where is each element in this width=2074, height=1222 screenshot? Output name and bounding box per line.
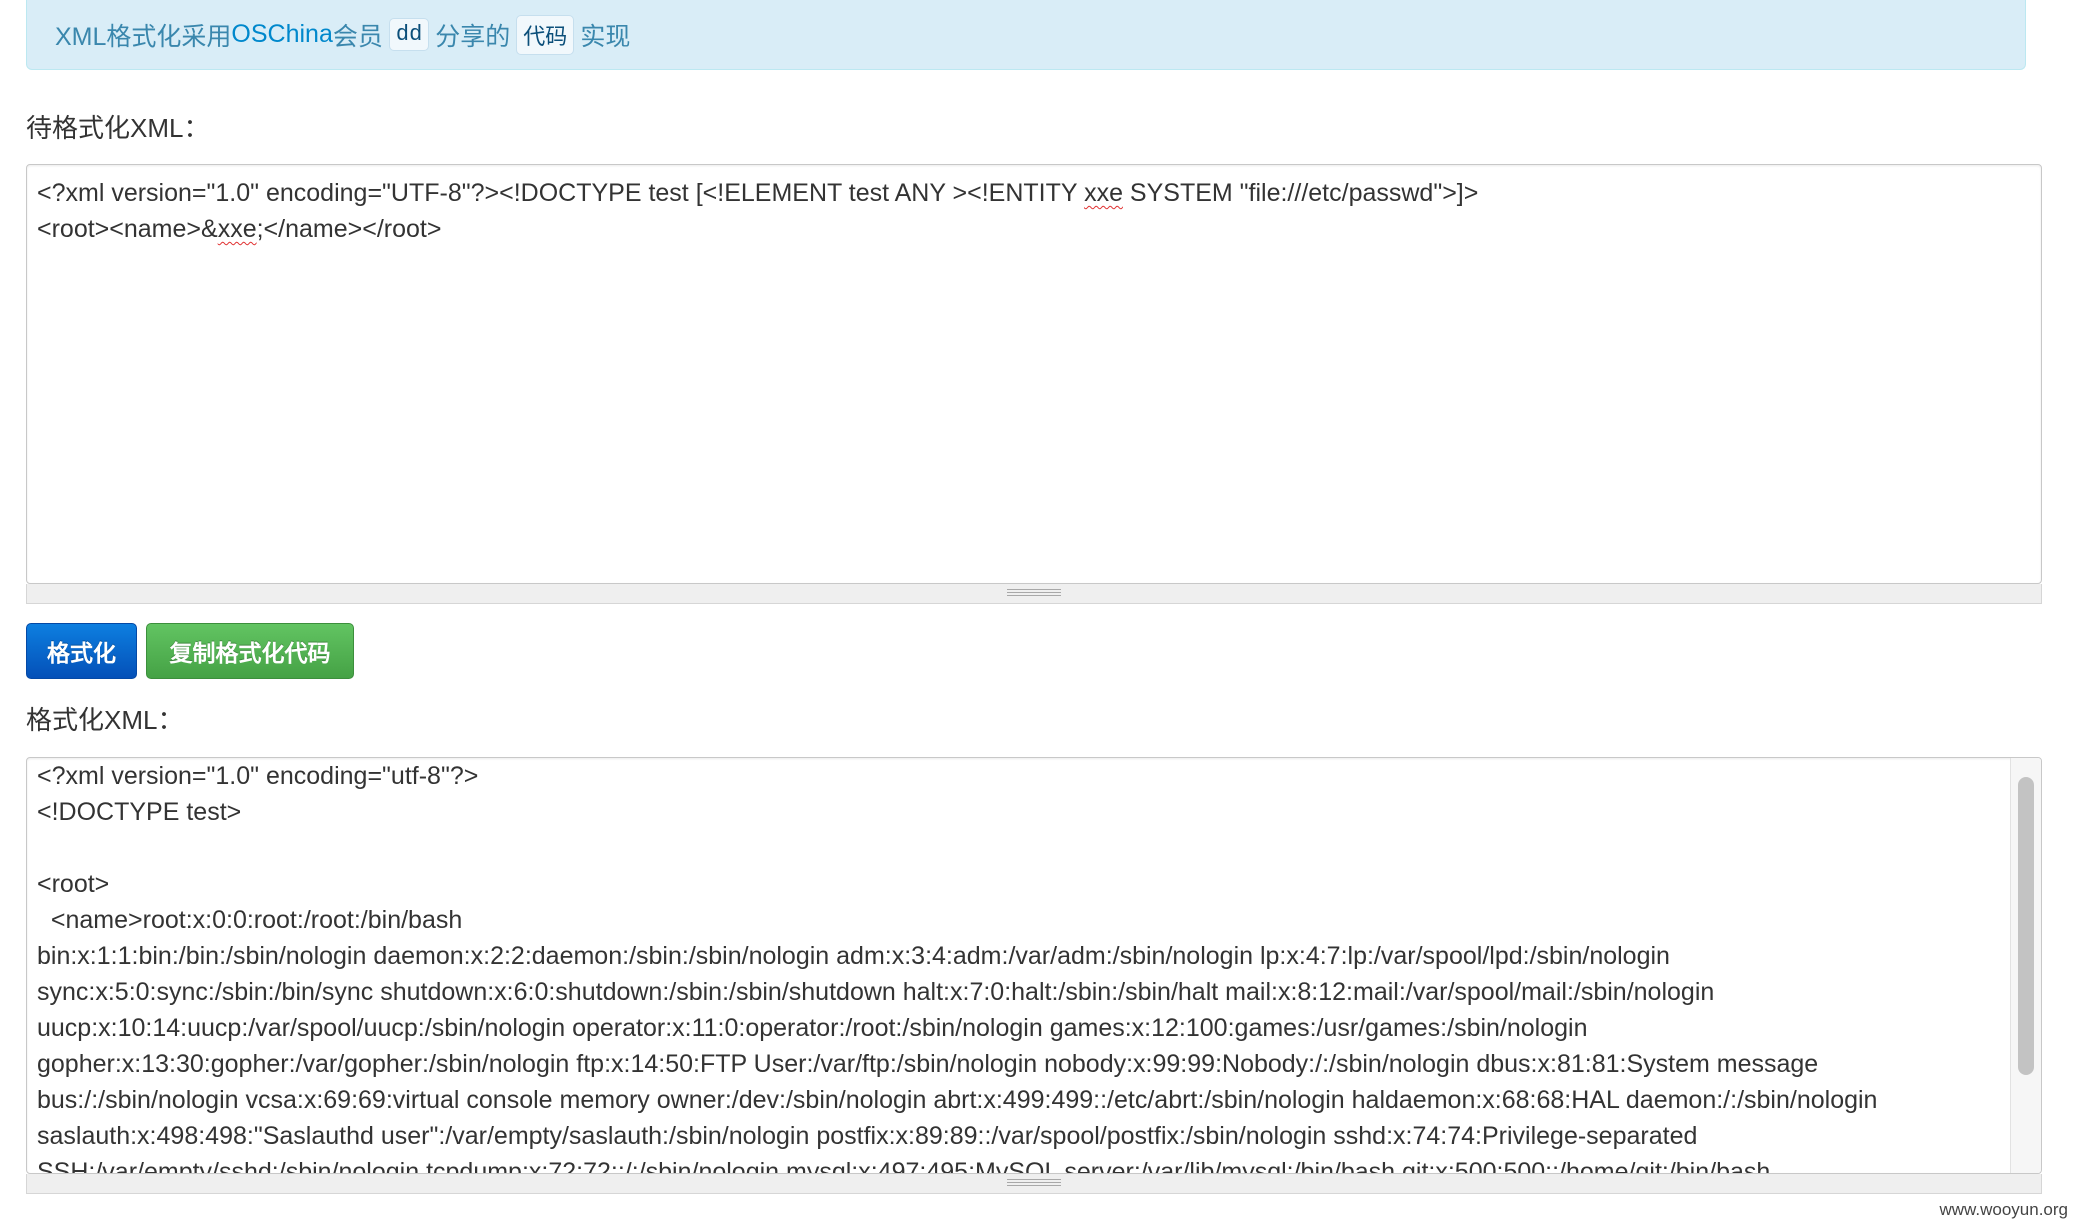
- spellcheck-underline: xxe: [217, 215, 257, 243]
- output-line: <root>: [37, 870, 110, 898]
- output-scrollbar[interactable]: [2010, 758, 2041, 1173]
- page: XML格式化采用 OSChina 会员 dd 分享的 代码 实现 待格式化XML…: [0, 0, 2074, 1222]
- info-alert: XML格式化采用 OSChina 会员 dd 分享的 代码 实现: [26, 0, 2026, 70]
- output-line: SSH:/var/empty/sshd:/sbin/nologin tcpdum…: [37, 1158, 1771, 1174]
- input-resize-handle[interactable]: [26, 584, 2042, 604]
- copy-formatted-button[interactable]: 复制格式化代码: [146, 623, 354, 679]
- output-line: saslauth:x:498:498:"Saslauthd user":/var…: [37, 1122, 1698, 1150]
- output-line: gopher:x:13:30:gopher:/var/gopher:/sbin/…: [37, 1050, 1819, 1078]
- output-line: bus:/:/sbin/nologin vcsa:x:69:69:virtual…: [37, 1086, 1878, 1114]
- output-label: 格式化XML：: [26, 705, 184, 735]
- output-line: sync:x:5:0:sync:/sbin:/bin/sync shutdown…: [37, 978, 1715, 1006]
- notice-suffix: 实现: [580, 22, 631, 51]
- notice-prefix: XML格式化采用: [55, 22, 232, 51]
- notice-share-text: 分享的: [435, 22, 511, 51]
- xml-input-textarea[interactable]: <?xml version="1.0" encoding="UTF-8"?><!…: [26, 164, 2042, 584]
- xml-output-textarea[interactable]: <?xml version="1.0" encoding="utf-8"?> <…: [26, 757, 2042, 1174]
- input-label: 待格式化XML：: [26, 113, 210, 143]
- output-line: <name>root:x:0:0:root:/root:/bin/bash: [37, 906, 463, 934]
- output-line: bin:x:1:1:bin:/bin:/sbin/nologin daemon:…: [37, 942, 1670, 970]
- spellcheck-underline: xxe: [1084, 179, 1123, 207]
- input-line: <?xml version="1.0" encoding="UTF-8"?><!…: [37, 179, 1479, 207]
- scrollbar-thumb[interactable]: [2018, 777, 2034, 1075]
- output-line: <!DOCTYPE test>: [37, 798, 242, 826]
- oschina-link[interactable]: OSChina: [231, 20, 332, 49]
- output-resize-handle[interactable]: [26, 1174, 2042, 1194]
- notice-member-text: 会员: [332, 22, 383, 51]
- grip-icon: [1007, 589, 1061, 598]
- input-line: <root><name>&xxe;</name></root>: [37, 215, 442, 243]
- output-line: <?xml version="1.0" encoding="utf-8"?>: [37, 762, 479, 790]
- watermark: www.wooyun.org: [1939, 1200, 2068, 1219]
- output-line: uucp:x:10:14:uucp:/var/spool/uucp:/sbin/…: [37, 1014, 1588, 1042]
- code-link-tag[interactable]: 代码: [516, 14, 575, 55]
- format-button[interactable]: 格式化: [26, 623, 137, 679]
- user-code-tag[interactable]: dd: [388, 18, 430, 51]
- grip-icon: [1007, 1179, 1061, 1188]
